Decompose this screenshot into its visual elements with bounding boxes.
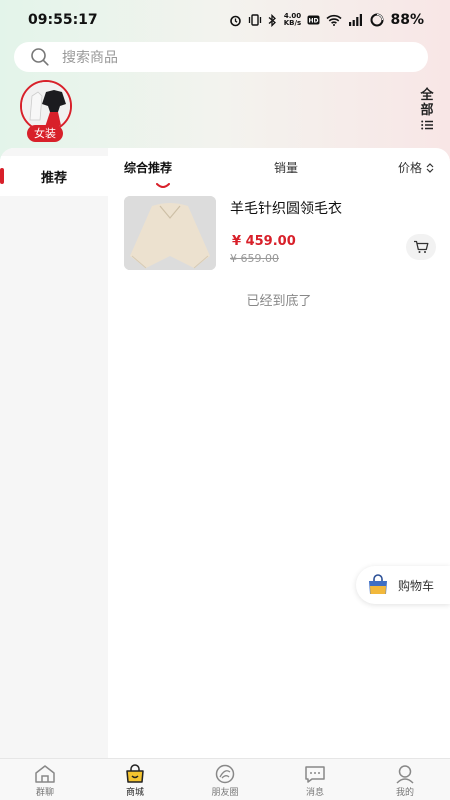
nav-item-messages[interactable]: 消息	[270, 759, 360, 800]
shopping-bag-icon	[369, 574, 387, 594]
product-price: ¥ 459.00	[232, 234, 296, 249]
status-indicators: 4.00 KB/s HD 88%	[229, 12, 424, 28]
nav-item-profile[interactable]: 我的	[360, 759, 450, 800]
sidebar-item-label: 推荐	[40, 170, 67, 186]
active-indicator	[0, 168, 4, 184]
search-input[interactable]: 搜索商品	[14, 42, 428, 72]
search-icon	[31, 48, 49, 66]
battery-level: 88%	[390, 12, 424, 28]
nav-item-mall[interactable]: 商城	[90, 759, 180, 800]
cart-icon	[414, 240, 429, 253]
product-card[interactable]: 羊毛针织圆领毛衣 ¥ 459.00 ¥ 659.00	[124, 196, 440, 270]
sort-arrows-icon	[426, 163, 434, 173]
network-speed: 4.00 KB/s	[283, 12, 302, 27]
vibrate-icon	[249, 14, 262, 26]
sidebar-item-recommend[interactable]: 推荐	[0, 156, 108, 196]
sort-bar: 综合推荐 销量 价格	[108, 148, 450, 188]
sort-label: 销量	[274, 161, 299, 175]
moments-icon	[215, 764, 235, 784]
category-sidebar: 推荐	[0, 148, 108, 760]
active-underline-icon	[156, 183, 170, 188]
menu-list-icon	[421, 120, 433, 130]
home-icon	[35, 765, 55, 783]
nav-item-group-chat[interactable]: 群聊	[0, 759, 90, 800]
add-to-cart-button[interactable]	[406, 234, 436, 260]
sweater-image	[124, 196, 216, 270]
sort-price[interactable]: 价格	[398, 159, 434, 176]
wifi-icon	[326, 14, 343, 26]
sort-comprehensive[interactable]: 综合推荐	[124, 159, 173, 188]
hd-icon: HD	[307, 15, 320, 25]
nav-label: 消息	[305, 788, 324, 798]
nav-label: 我的	[395, 788, 414, 798]
nav-item-moments[interactable]: 朋友圈	[180, 759, 270, 800]
sort-label: 综合推荐	[124, 161, 173, 175]
status-time: 09:55:17	[28, 12, 98, 28]
all-categories-label: 全部	[420, 88, 434, 118]
shop-bag-icon	[126, 764, 144, 783]
signal-icon	[349, 14, 363, 26]
sort-label: 价格	[398, 161, 423, 175]
sort-sales[interactable]: 销量	[274, 159, 298, 176]
nav-label: 群聊	[35, 788, 54, 798]
floating-cart-label: 购物车	[398, 578, 435, 593]
list-end-text: 已经到底了	[246, 294, 312, 309]
main-panel: 推荐 综合推荐 销量 价格 羊毛针织圆领毛衣 ¥ 459.00 ¥ 659.00	[0, 148, 450, 760]
profile-icon	[396, 765, 414, 784]
category-label[interactable]: 女装	[27, 125, 63, 142]
product-title: 羊毛针织圆领毛衣	[230, 201, 342, 217]
product-image[interactable]	[124, 196, 216, 270]
search-placeholder: 搜索商品	[62, 50, 118, 66]
svg-text:HD: HD	[309, 18, 319, 25]
all-categories-button[interactable]: 全部	[416, 88, 438, 130]
bluetooth-icon	[269, 13, 277, 27]
battery-icon	[370, 13, 384, 27]
nav-label: 商城	[125, 788, 144, 798]
nav-label: 朋友圈	[211, 788, 239, 798]
message-icon	[305, 766, 325, 783]
status-bar: 09:55:17 4.00 KB/s HD 88%	[0, 0, 450, 40]
floating-cart-button[interactable]: 购物车	[356, 566, 450, 604]
alarm-icon	[230, 15, 242, 26]
bottom-navigation: 群聊 商城 朋友圈 消息 我的	[0, 758, 450, 800]
product-original-price: ¥ 659.00	[230, 252, 279, 265]
